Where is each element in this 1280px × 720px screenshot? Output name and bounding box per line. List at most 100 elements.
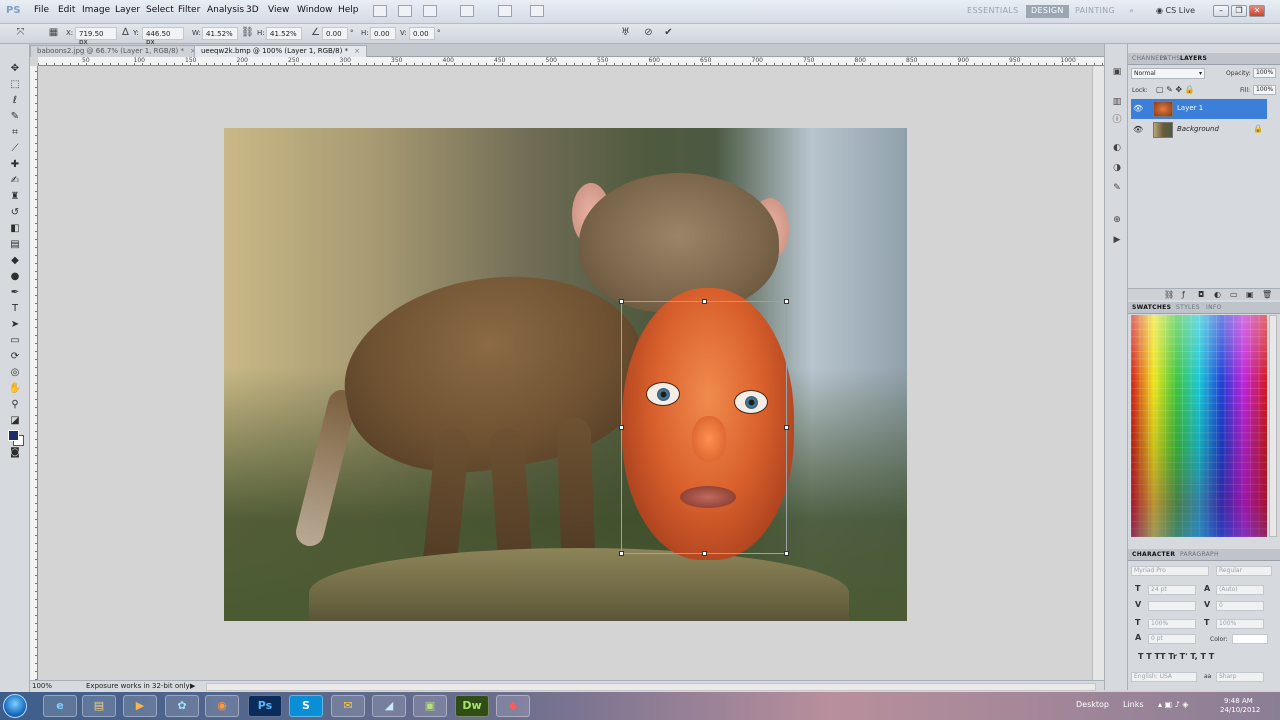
free-transform-bounding-box[interactable] bbox=[619, 299, 789, 556]
workspace-painting[interactable]: PAINTING bbox=[1070, 5, 1120, 18]
zoom-level-icon[interactable] bbox=[460, 5, 474, 17]
close-icon[interactable]: × bbox=[354, 47, 360, 55]
trash-icon[interactable]: 🗑 bbox=[1262, 290, 1272, 299]
file-explorer-icon[interactable]: ▤ bbox=[82, 695, 116, 717]
link-icon[interactable]: ⛓ bbox=[241, 27, 254, 40]
tab-character[interactable]: CHARACTER bbox=[1132, 551, 1175, 558]
media-player-icon[interactable]: ▶ bbox=[123, 695, 157, 717]
tab-baboons[interactable]: baboons2.jpg @ 66.7% (Layer 1, RGB/8) * × bbox=[30, 45, 203, 57]
bridge-icon[interactable] bbox=[373, 5, 387, 17]
close-button[interactable]: ✕ bbox=[1249, 5, 1265, 17]
links-toolbar[interactable]: Links bbox=[1123, 700, 1144, 709]
info-icon[interactable]: ⓘ bbox=[1111, 114, 1123, 126]
font-style-select[interactable]: Regular bbox=[1216, 566, 1272, 576]
start-button[interactable] bbox=[3, 694, 27, 718]
notepad-icon[interactable]: ▣ bbox=[413, 695, 447, 717]
visibility-eye-icon[interactable]: 👁 bbox=[1133, 125, 1143, 134]
angle-field[interactable]: 0.00 bbox=[322, 27, 348, 40]
menu-3d[interactable]: 3D bbox=[246, 5, 259, 15]
type-tool-icon[interactable]: T bbox=[8, 302, 22, 316]
quick-mask-icon[interactable]: ◙ bbox=[8, 446, 22, 460]
vertical-scale-field[interactable]: 100% bbox=[1148, 619, 1196, 629]
menu-help[interactable]: Help bbox=[338, 5, 359, 15]
zoom-level[interactable]: 100% bbox=[32, 682, 52, 690]
text-style-buttons[interactable]: T T TT Tr T' T, T T bbox=[1138, 652, 1214, 661]
desktop-toolbar[interactable]: Desktop bbox=[1076, 700, 1109, 709]
swatches-scrollbar[interactable] bbox=[1269, 315, 1277, 537]
photoshop-icon[interactable]: Ps bbox=[248, 695, 282, 717]
transform-handle[interactable] bbox=[784, 425, 789, 430]
foreground-color-swatch[interactable] bbox=[8, 430, 19, 441]
firefox-icon[interactable]: ◉ bbox=[205, 695, 239, 717]
arrange-documents-icon[interactable] bbox=[498, 5, 512, 17]
text-color-swatch[interactable] bbox=[1232, 634, 1268, 644]
adjustment-layer-icon[interactable]: ◐ bbox=[1214, 290, 1221, 299]
antialias-select[interactable]: Sharp bbox=[1216, 672, 1264, 682]
wordpad-icon[interactable]: ◢ bbox=[372, 695, 406, 717]
brush-presets-icon[interactable]: ✎ bbox=[1111, 182, 1123, 194]
eraser-tool-icon[interactable]: ◧ bbox=[8, 222, 22, 236]
clock-date[interactable]: 24/10/2012 bbox=[1220, 706, 1260, 714]
y-field[interactable]: 446.50 px bbox=[142, 27, 184, 46]
network-app-icon[interactable]: ✿ bbox=[165, 695, 199, 717]
healing-brush-tool-icon[interactable]: ✚ bbox=[8, 158, 22, 172]
clone-stamp-tool-icon[interactable]: ♜ bbox=[8, 190, 22, 204]
leading-field[interactable]: (Auto) bbox=[1216, 585, 1264, 595]
3d-orbit-tool-icon[interactable]: ◎ bbox=[8, 366, 22, 380]
lasso-tool-icon[interactable]: ℓ bbox=[8, 94, 22, 108]
marquee-tool-icon[interactable]: ⬚ bbox=[8, 78, 22, 92]
path-select-tool-icon[interactable]: ➤ bbox=[8, 318, 22, 332]
relative-position-icon[interactable]: ∆ bbox=[119, 27, 132, 40]
x-field[interactable]: 719.50 px bbox=[75, 27, 117, 46]
reference-point-icon[interactable]: ▦ bbox=[47, 27, 60, 40]
menu-file[interactable]: File bbox=[34, 5, 49, 15]
menu-analysis[interactable]: Analysis bbox=[207, 5, 244, 15]
histogram-icon[interactable]: ▥ bbox=[1111, 96, 1123, 108]
default-colors-icon[interactable]: ◪ bbox=[8, 414, 22, 428]
horizontal-scale-field[interactable]: 100% bbox=[1216, 619, 1264, 629]
transform-handle[interactable] bbox=[702, 299, 707, 304]
minimize-button[interactable]: – bbox=[1213, 5, 1229, 17]
screen-mode-icon[interactable] bbox=[530, 5, 544, 17]
status-menu-arrow-icon[interactable]: ▶ bbox=[190, 682, 195, 690]
font-size-field[interactable]: 24 pt bbox=[1148, 585, 1196, 595]
move-tool-icon[interactable]: ✥ bbox=[8, 62, 22, 76]
horizontal-scrollbar[interactable] bbox=[206, 683, 1096, 691]
kerning-field[interactable] bbox=[1148, 601, 1196, 611]
cs-live-button[interactable]: ◉ CS Live bbox=[1156, 6, 1195, 15]
transform-handle[interactable] bbox=[619, 299, 624, 304]
layer-style-icon[interactable]: ƒ bbox=[1182, 290, 1185, 299]
tracking-field[interactable]: 0 bbox=[1216, 601, 1264, 611]
transform-handle[interactable] bbox=[619, 551, 624, 556]
clock-time[interactable]: 9:48 AM bbox=[1224, 697, 1253, 705]
width-field[interactable]: 41.52% bbox=[202, 27, 238, 40]
internet-explorer-icon[interactable]: e bbox=[43, 695, 77, 717]
transform-handle[interactable] bbox=[619, 425, 624, 430]
clone-source-icon[interactable]: ⊕ bbox=[1111, 214, 1123, 226]
warp-mode-icon[interactable]: ♅ bbox=[619, 27, 632, 40]
hand-tool-icon[interactable]: ✋ bbox=[8, 382, 22, 396]
opacity-field[interactable]: 100% bbox=[1253, 68, 1277, 78]
menu-window[interactable]: Window bbox=[297, 5, 333, 15]
transform-handle[interactable] bbox=[702, 551, 707, 556]
tab-ueeqw2k[interactable]: ueeqw2k.bmp @ 100% (Layer 1, RGB/8) * × bbox=[194, 45, 367, 57]
restore-button[interactable]: ❐ bbox=[1231, 5, 1247, 17]
cancel-transform-icon[interactable]: ⊘ bbox=[642, 27, 655, 40]
canvas-area[interactable] bbox=[38, 66, 1092, 680]
quick-select-tool-icon[interactable]: ✎ bbox=[8, 110, 22, 124]
dodge-tool-icon[interactable]: ● bbox=[8, 270, 22, 284]
menu-filter[interactable]: Filter bbox=[178, 5, 200, 15]
link-layers-icon[interactable]: ⛓ bbox=[1164, 290, 1174, 299]
add-mask-icon[interactable]: ◘ bbox=[1198, 290, 1204, 299]
transform-handle[interactable] bbox=[784, 551, 789, 556]
vertical-scrollbar[interactable] bbox=[1092, 66, 1104, 680]
fill-field[interactable]: 100% bbox=[1253, 85, 1277, 95]
adjustments-icon[interactable]: ◐ bbox=[1111, 142, 1123, 154]
visibility-eye-icon[interactable]: 👁 bbox=[1133, 104, 1143, 113]
menu-layer[interactable]: Layer bbox=[115, 5, 140, 15]
navigator-icon[interactable]: ▣ bbox=[1111, 66, 1123, 78]
hskew-field[interactable]: 0.00 bbox=[370, 27, 396, 40]
gradient-tool-icon[interactable]: ▤ bbox=[8, 238, 22, 252]
tab-swatches[interactable]: SWATCHES bbox=[1132, 304, 1171, 311]
layer-row-background[interactable]: 👁 Background 🔒 bbox=[1131, 120, 1267, 140]
